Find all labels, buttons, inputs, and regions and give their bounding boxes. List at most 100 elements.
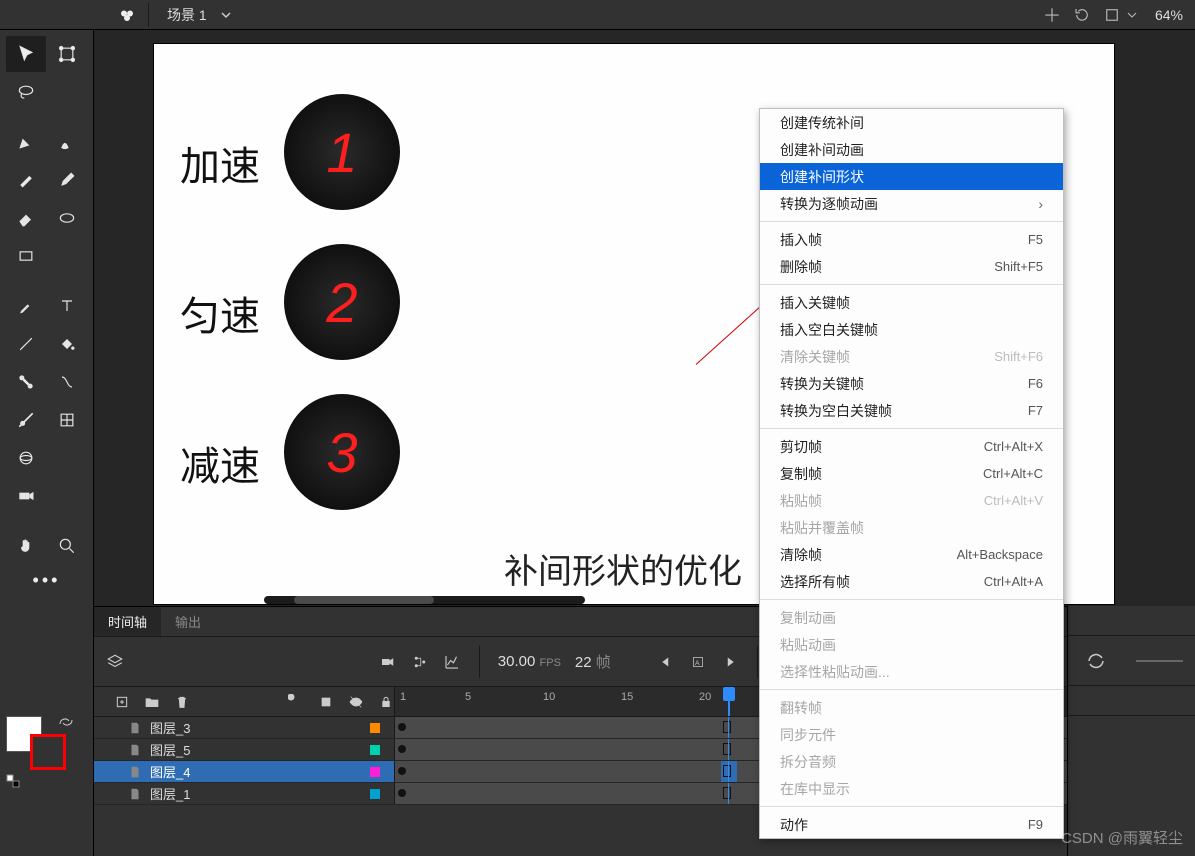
context-menu-item: 拆分音频 [760,748,1063,775]
layer-parenting-icon[interactable] [411,653,429,671]
context-menu-item[interactable]: 剪切帧Ctrl+Alt+X [760,433,1063,460]
swap-colors-icon[interactable] [58,714,74,730]
chevron-down-icon[interactable] [1127,10,1137,20]
lock-icon[interactable] [378,694,394,710]
camera-icon[interactable] [379,653,397,671]
ruler-tick: 1 [400,691,406,703]
empty-slot [48,440,88,476]
empty-slot [48,238,88,274]
free-transform-tool[interactable] [48,36,88,72]
context-menu-item[interactable]: 转换为空白关键帧F7 [760,397,1063,424]
context-menu-item: 粘贴帧Ctrl+Alt+V [760,487,1063,514]
rotate-icon[interactable] [1073,6,1091,24]
context-menu-item[interactable]: 插入关键帧 [760,289,1063,316]
context-menu-item: 粘贴并覆盖帧 [760,514,1063,541]
svg-text:A: A [695,660,700,667]
default-colors-icon[interactable] [6,774,20,788]
ruler-tick: 5 [465,691,471,703]
new-folder-icon[interactable] [144,694,160,710]
text-tool[interactable] [48,288,88,324]
context-menu: 创建传统补间创建补间动画创建补间形状转换为逐帧动画› 插入帧F5删除帧Shift+… [759,108,1064,839]
fluid-brush-tool[interactable] [48,124,88,160]
next-frame-icon[interactable] [721,653,739,671]
context-menu-item[interactable]: 转换为关键帧F6 [760,370,1063,397]
context-menu-item[interactable]: 创建补间形状 [760,163,1063,190]
scene-selector[interactable]: 场景 1 [167,5,231,25]
horizontal-scrollbar[interactable] [264,596,585,604]
new-layer-icon[interactable] [114,694,130,710]
empty-slot [48,74,88,110]
eyedropper-tool[interactable] [6,288,46,324]
tab-output[interactable]: 输出 [161,607,215,636]
delete-layer-icon[interactable] [174,694,190,710]
layers-icon[interactable] [106,653,124,671]
keyframe-nav-icon[interactable]: A [689,653,707,671]
canvas-label-2: 匀速 [180,284,260,342]
zoom-tool[interactable] [48,528,88,564]
pencil-tool[interactable] [48,162,88,198]
canvas-label-3: 减速 [180,434,260,492]
brush-tool[interactable] [6,162,46,198]
ruler-tick: 10 [543,691,555,703]
stroke-color-swatch[interactable] [30,734,66,770]
watermark: CSDN @雨翼轻尘 [1061,827,1183,848]
context-menu-item: 清除关键帧Shift+F6 [760,343,1063,370]
selection-tool[interactable] [6,36,46,72]
context-menu-item[interactable]: 删除帧Shift+F5 [760,253,1063,280]
context-menu-item[interactable]: 创建传统补间 [760,109,1063,136]
lasso-tool[interactable] [6,74,46,110]
context-menu-item[interactable]: 选择所有帧Ctrl+Alt+A [760,568,1063,595]
canvas-title: 补间形状的优化 [504,544,742,593]
tools-panel: ••• [0,30,94,856]
camera-tool[interactable] [6,478,46,514]
context-menu-item[interactable]: 清除帧Alt+Backspace [760,541,1063,568]
hand-tool[interactable] [6,528,46,564]
asset-warp-tool[interactable] [48,402,88,438]
eraser-tool[interactable] [6,200,46,236]
context-menu-item[interactable]: 插入空白关键帧 [760,316,1063,343]
layer-name: 图层_4 [150,762,190,781]
context-menu-item[interactable]: 动作F9 [760,811,1063,838]
line-tool[interactable] [6,326,46,362]
fps-display[interactable]: 30.00 FPS [498,653,561,670]
context-menu-item[interactable]: 创建补间动画 [760,136,1063,163]
context-menu-item: 同步元件 [760,721,1063,748]
paint-bucket-tool[interactable] [48,326,88,362]
zoom-level[interactable]: 64% [1155,7,1183,23]
app-logo-icon [118,6,136,24]
canvas-circle-3[interactable]: 3 [284,394,400,510]
rectangle-tool[interactable] [6,238,46,274]
zoom-slider[interactable] [1136,646,1183,676]
chevron-down-icon [221,10,231,20]
3d-rotation-tool[interactable] [6,440,46,476]
layer-name: 图层_5 [150,740,190,759]
prev-frame-icon[interactable] [657,653,675,671]
canvas-circle-2[interactable]: 2 [284,244,400,360]
top-bar: 场景 1 64% [0,0,1195,30]
context-menu-item[interactable]: 转换为逐帧动画› [760,190,1063,217]
context-menu-item: 粘贴动画 [760,631,1063,658]
graph-icon[interactable] [443,653,461,671]
bind-tool[interactable] [48,364,88,400]
pen-tool[interactable] [6,124,46,160]
canvas-circle-1[interactable]: 1 [284,94,400,210]
tab-timeline[interactable]: 时间轴 [94,607,161,636]
context-menu-item: 复制动画 [760,604,1063,631]
center-stage-icon[interactable] [1043,6,1061,24]
context-menu-item[interactable]: 插入帧F5 [760,226,1063,253]
layer-name: 图层_1 [150,784,190,803]
context-menu-item: 翻转帧 [760,694,1063,721]
canvas-label-1: 加速 [180,134,260,192]
width-tool[interactable] [6,402,46,438]
context-menu-item[interactable]: 复制帧Ctrl+Alt+C [760,460,1063,487]
more-tools[interactable]: ••• [0,570,93,591]
visibility-icon[interactable] [348,694,364,710]
oval-tool[interactable] [48,200,88,236]
outline-icon[interactable] [318,694,334,710]
highlight-dot-icon[interactable] [288,694,304,710]
loop-icon[interactable] [1086,651,1106,671]
frame-display[interactable]: 22 帧 [575,651,611,672]
bone-tool[interactable] [6,364,46,400]
layer-name: 图层_3 [150,718,190,737]
clip-icon[interactable] [1103,6,1121,24]
